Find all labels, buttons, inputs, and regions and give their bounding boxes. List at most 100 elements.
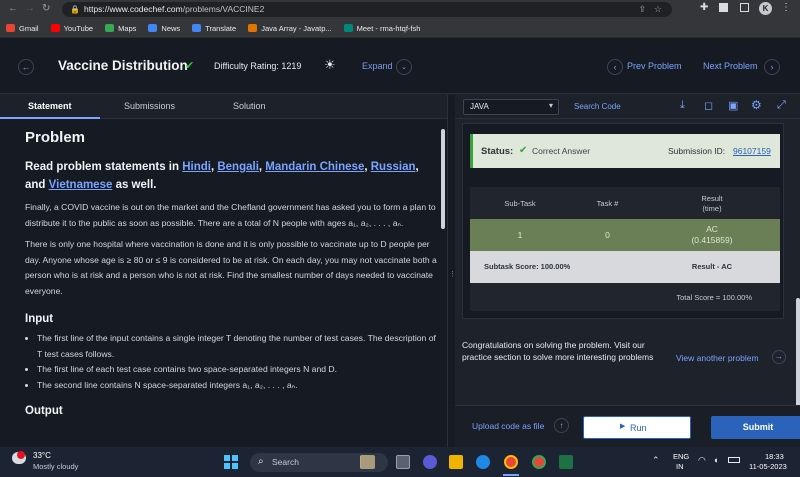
search-code-link[interactable]: Search Code	[574, 102, 621, 111]
input-heading: Input	[25, 313, 54, 325]
address-bar[interactable]: 🔒 https://www.codechef.com/problems/VACC…	[62, 2, 672, 17]
clock-date[interactable]: 11-05-2023	[749, 462, 787, 471]
language-links: Read problem statements in Hindi, Bengal…	[25, 161, 419, 191]
weather-temp: 33°C	[33, 451, 51, 460]
problem-heading: Problem	[25, 129, 86, 146]
lang-link-vietnamese[interactable]: Vietnamese	[49, 179, 113, 191]
status-bar: Status: ✔ Correct Answer Submission ID: …	[470, 134, 780, 168]
status-label: Status:	[481, 146, 514, 157]
next-problem-link[interactable]: Next Problem	[703, 61, 758, 71]
back-icon[interactable]: ←	[8, 3, 18, 14]
fullscreen-icon[interactable]: ⤢	[777, 99, 786, 112]
language-select[interactable]: JAVA ▾	[463, 99, 559, 115]
solved-check-icon: ✔	[185, 60, 195, 72]
maps-icon	[105, 24, 115, 32]
check-icon: ✔	[519, 145, 528, 156]
edge-icon[interactable]	[476, 455, 490, 469]
lock-icon: 🔒	[70, 5, 80, 14]
chrome-icon[interactable]	[504, 455, 518, 469]
translate-icon	[192, 24, 202, 32]
share-icon[interactable]: ⇪	[638, 2, 646, 17]
expand-button[interactable]: Expand	[362, 61, 393, 71]
chevron-down-icon[interactable]: ⌄	[396, 59, 412, 75]
submission-id-link[interactable]: 96107159	[733, 146, 771, 156]
tab-submissions[interactable]: Submissions	[124, 95, 175, 119]
right-scrollbar[interactable]	[796, 298, 800, 408]
download-icon[interactable]: ⤓	[680, 99, 685, 112]
browser-toolbar: ← → ↻ 🔒 https://www.codechef.com/problem…	[0, 0, 800, 19]
forward-icon[interactable]: →	[25, 3, 35, 14]
comment-icon[interactable]: ◻	[704, 99, 713, 112]
star-icon[interactable]: ☆	[654, 2, 662, 17]
sidepanel-icon[interactable]	[740, 3, 749, 12]
clock-time[interactable]: 18:33	[765, 452, 784, 461]
total-score-row: Total Score = 100.00%	[470, 283, 780, 311]
bookmark-news[interactable]: News	[148, 24, 180, 33]
excel-icon[interactable]	[559, 455, 573, 469]
lang-link-russian[interactable]: Russian	[371, 161, 416, 173]
left-scrollbar[interactable]	[441, 129, 445, 229]
settings-gear-icon[interactable]: ⚙	[751, 98, 762, 112]
bookmark-meet[interactable]: Meet - rma-htqf-fsh	[343, 24, 420, 33]
reload-icon[interactable]: ↻	[42, 3, 50, 14]
weather-alert-icon	[17, 451, 25, 459]
congrats-message: Congratulations on solving the problem. …	[462, 340, 654, 362]
difficulty-rating: Difficulty Rating: 1219	[214, 61, 302, 71]
profile-avatar[interactable]: K	[759, 2, 772, 15]
problem-tabs: Statement Submissions Solution	[0, 95, 455, 119]
bookmark-maps[interactable]: Maps	[105, 24, 136, 33]
prev-arrow-icon[interactable]: ‹	[607, 59, 623, 75]
active-app-indicator	[503, 474, 519, 476]
col-task: Task #	[596, 199, 619, 208]
submit-button[interactable]: Submit	[711, 416, 800, 439]
meet-icon	[343, 24, 353, 32]
prev-problem-link[interactable]: Prev Problem	[627, 61, 682, 71]
tab-solution[interactable]: Solution	[233, 95, 266, 119]
upload-icon[interactable]: ↑	[554, 418, 569, 433]
volume-icon[interactable]: ◖	[713, 455, 718, 465]
lang-link-hindi[interactable]: Hindi	[182, 161, 211, 173]
list-item: The second line contains N space-separat…	[37, 378, 441, 394]
pane-divider[interactable]: ⋮	[447, 95, 456, 447]
run-button[interactable]: ▶ Run	[583, 416, 691, 439]
status-value: Correct Answer	[532, 146, 591, 156]
save-icon[interactable]: ▣	[728, 99, 738, 112]
col-result-time: (time)	[702, 204, 722, 213]
lang-link-bengali[interactable]: Bengali	[217, 161, 259, 173]
table-header: Sub-Task Task # Result (time)	[470, 187, 780, 219]
bookmark-translate[interactable]: Translate	[192, 24, 236, 33]
browser-menu-icon[interactable]: ⋮	[781, 2, 791, 13]
extension-puzzle-icon[interactable]	[719, 3, 728, 12]
chevron-up-icon[interactable]: ⌃	[652, 455, 660, 466]
problem-statement-pane: Problem Read problem statements in Hindi…	[0, 119, 455, 447]
windows-start-icon[interactable]	[224, 455, 238, 469]
news-icon	[148, 24, 158, 32]
tab-statement[interactable]: Statement	[28, 95, 72, 119]
back-arrow-icon[interactable]: ←	[18, 59, 34, 75]
search-icon: ⌕	[258, 456, 264, 467]
task-view-icon[interactable]	[396, 455, 410, 469]
lang-link-mandarin[interactable]: Mandarin Chinese	[265, 161, 364, 173]
chrome-profile-icon[interactable]	[532, 455, 546, 469]
col-subtask: Sub-Task	[504, 199, 536, 208]
input-region[interactable]: IN	[676, 462, 684, 471]
view-another-problem-link[interactable]: View another problem	[676, 353, 759, 363]
theme-sun-icon[interactable]: ☀	[324, 57, 336, 73]
table-row: 1 0 AC (0.415859)	[470, 219, 780, 251]
bookmark-youtube[interactable]: YouTube	[50, 24, 93, 33]
paragraph-rules: There is only one hospital where vaccina…	[25, 239, 437, 296]
wifi-icon[interactable]: ◠	[698, 455, 706, 466]
battery-icon[interactable]	[728, 457, 740, 463]
bookmark-gmail[interactable]: Gmail	[6, 24, 39, 33]
bookmark-javatpoint[interactable]: Java Array - Javatp...	[248, 24, 332, 33]
javatpoint-icon	[248, 24, 258, 32]
next-arrow-icon[interactable]: ›	[764, 59, 780, 75]
upload-code-button[interactable]: Upload code as file	[472, 421, 544, 431]
youtube-icon	[50, 24, 60, 32]
file-explorer-icon[interactable]	[449, 455, 463, 469]
teams-chat-icon[interactable]	[423, 455, 437, 469]
arrow-right-icon[interactable]: →	[772, 350, 786, 364]
input-lang[interactable]: ENG	[673, 452, 689, 461]
search-widget-icon[interactable]	[361, 455, 375, 469]
extensions-icon[interactable]: ✚	[700, 2, 708, 13]
